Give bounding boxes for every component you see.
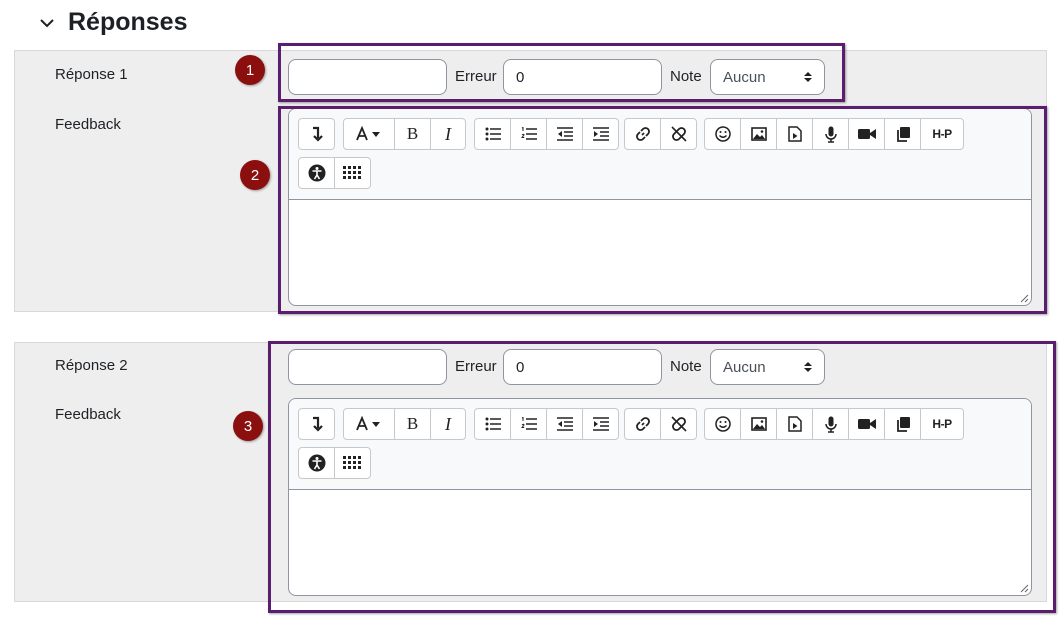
section-header[interactable]: Réponses [38, 8, 187, 37]
highlight-box-2 [278, 106, 1047, 314]
callout-badge-3: 3 [233, 411, 263, 441]
chevron-down-icon[interactable] [38, 14, 56, 32]
feedback-2-label: Feedback [55, 406, 121, 423]
feedback-1-label: Feedback [55, 116, 121, 133]
highlight-box-3 [268, 341, 1056, 613]
answer-2-label: Réponse 2 [55, 357, 128, 374]
callout-badge-2: 2 [240, 160, 270, 190]
callout-badge-1: 1 [235, 55, 265, 85]
section-title: Réponses [68, 8, 188, 36]
answer-1-label: Réponse 1 [55, 66, 128, 83]
highlight-box-1 [278, 43, 845, 102]
